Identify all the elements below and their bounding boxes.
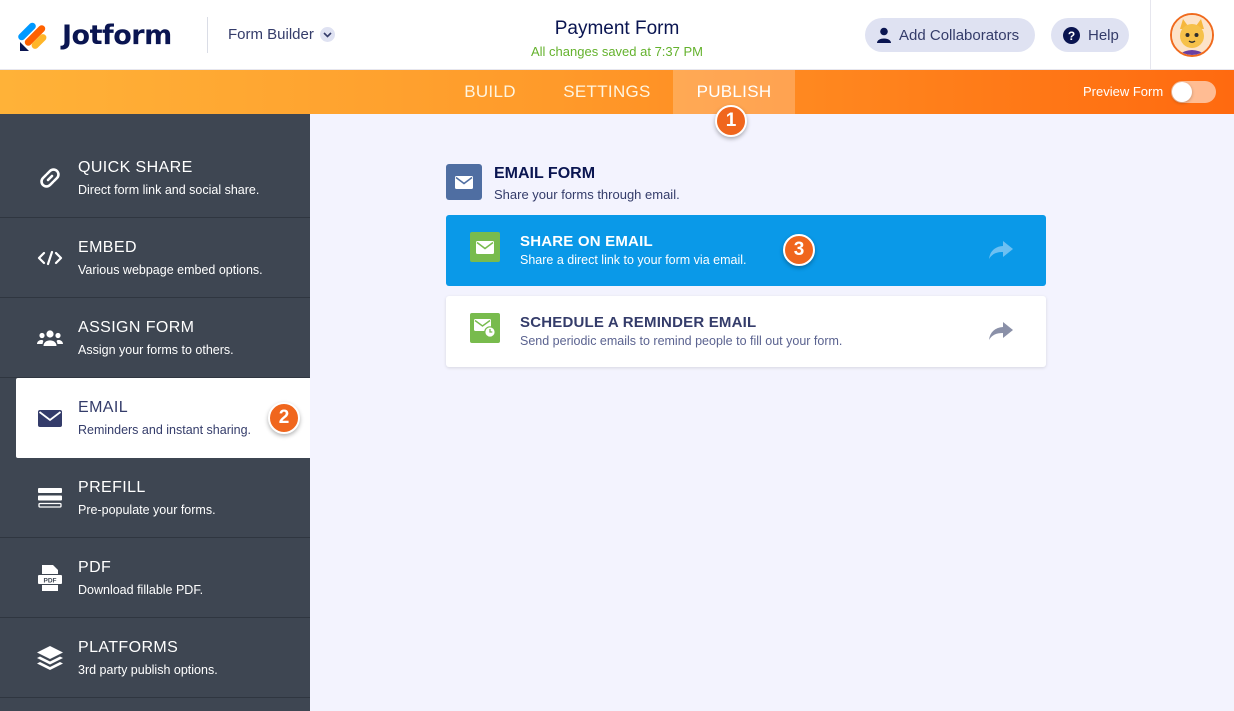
form-builder-dropdown[interactable]: Form Builder (228, 26, 335, 43)
jotform-logo-icon (18, 18, 50, 52)
step-badge: 3 (783, 234, 815, 266)
users-icon (36, 326, 64, 350)
add-collaborators-label: Add Collaborators (899, 26, 1020, 44)
form-title[interactable]: Payment Form (467, 18, 767, 40)
card-title: SCHEDULE A REMINDER EMAIL (520, 314, 757, 331)
sidebar-item-platforms[interactable]: PLATFORMS 3rd party publish options. (0, 618, 310, 698)
card-title: SHARE ON EMAIL (520, 233, 653, 250)
chevron-down-icon (319, 27, 335, 42)
envelope-icon (36, 406, 64, 430)
sidebar-item-title: EMBED (78, 239, 137, 256)
layers-icon (36, 646, 64, 670)
preview-form-label: Preview Form (1083, 84, 1164, 99)
save-status: All changes saved at 7:37 PM (531, 44, 703, 59)
toggle-knob (1172, 82, 1192, 102)
user-icon (877, 27, 891, 43)
preview-form-toggle[interactable] (1171, 81, 1216, 103)
sidebar-item-subtitle: Direct form link and social share. (78, 183, 260, 197)
publish-nav-bar: BUILD SETTINGS PUBLISH Preview Form (0, 70, 1234, 114)
sidebar-item-title: QUICK SHARE (78, 159, 193, 176)
share-on-email-card[interactable]: SHARE ON EMAIL Share a direct link to yo… (446, 215, 1046, 286)
sidebar-item-embed[interactable]: EMBED Various webpage embed options. (0, 218, 310, 298)
card-subtitle: Send periodic emails to remind people to… (520, 334, 843, 348)
share-arrow-icon (987, 239, 1015, 261)
add-collaborators-button[interactable]: Add Collaborators (865, 18, 1035, 52)
publish-sidebar: QUICK SHARE Direct form link and social … (0, 114, 310, 711)
svg-text:?: ? (1068, 29, 1075, 43)
form-builder-label: Form Builder (228, 26, 314, 43)
avatar-divider (1150, 0, 1151, 70)
form-title-area: Payment Form All changes saved at 7:37 P… (467, 18, 767, 59)
sidebar-item-assign-form[interactable]: ASSIGN FORM Assign your forms to others. (0, 298, 310, 378)
sidebar-item-subtitle: Various webpage embed options. (78, 263, 263, 277)
jotform-logo[interactable]: Jotform (18, 18, 172, 52)
sidebar-item-email[interactable]: EMAIL Reminders and instant sharing. (16, 378, 310, 458)
tab-settings[interactable]: SETTINGS (551, 70, 663, 114)
pdf-icon: PDF (36, 565, 64, 591)
logo-text: Jotform (62, 19, 172, 51)
sidebar-item-subtitle: Download fillable PDF. (78, 583, 204, 597)
sidebar-item-title: ASSIGN FORM (78, 319, 195, 336)
step-badge: 1 (715, 105, 747, 137)
question-icon: ? (1063, 26, 1080, 44)
help-button[interactable]: ? Help (1051, 18, 1129, 52)
code-icon (36, 246, 64, 270)
help-label: Help (1088, 26, 1119, 44)
schedule-reminder-email-card[interactable]: SCHEDULE A REMINDER EMAIL Send periodic … (446, 296, 1046, 367)
sidebar-item-subtitle: Assign your forms to others. (78, 343, 234, 357)
card-subtitle: Share a direct link to your form via ema… (520, 253, 747, 267)
sidebar-item-subtitle: Pre-populate your forms. (78, 503, 216, 517)
envelope-icon (446, 164, 482, 200)
sidebar-item-prefill[interactable]: PREFILL Pre-populate your forms. (0, 458, 310, 538)
svg-text:PDF: PDF (44, 577, 57, 584)
sidebar-item-title: PLATFORMS (78, 639, 179, 656)
header-divider (207, 17, 208, 53)
avatar[interactable] (1170, 13, 1214, 57)
share-arrow-icon (987, 320, 1015, 342)
sidebar-item-title: EMAIL (78, 399, 129, 416)
link-icon (36, 166, 64, 190)
sidebar-item-title: PREFILL (78, 479, 146, 496)
envelope-clock-icon (470, 313, 500, 343)
sidebar-item-subtitle: 3rd party publish options. (78, 663, 218, 677)
top-header: Jotform Form Builder Payment Form All ch… (0, 0, 1234, 70)
sidebar-item-quick-share[interactable]: QUICK SHARE Direct form link and social … (0, 138, 310, 218)
prefill-icon (36, 486, 64, 510)
sidebar-item-pdf[interactable]: PDF PDF Download fillable PDF. (0, 538, 310, 618)
step-badge: 2 (268, 402, 300, 434)
section-subtitle: Share your forms through email. (494, 187, 680, 202)
sidebar-item-title: PDF (78, 559, 112, 576)
sidebar-item-subtitle: Reminders and instant sharing. (78, 423, 252, 437)
section-title: EMAIL FORM (494, 165, 596, 182)
envelope-icon (470, 232, 500, 262)
tab-build[interactable]: BUILD (452, 70, 528, 114)
